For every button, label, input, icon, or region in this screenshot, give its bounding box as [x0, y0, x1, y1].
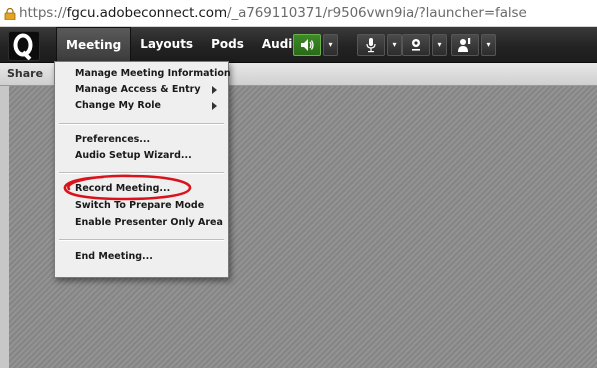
speaker-icon[interactable]: [293, 34, 321, 56]
meeting-menu-dropdown: Manage Meeting Information Manage Access…: [54, 61, 231, 278]
menu-item-manage-access-entry[interactable]: Manage Access & Entry: [75, 82, 223, 98]
status-control[interactable]: ▾: [451, 34, 496, 56]
menu-item-end-meeting[interactable]: End Meeting...: [75, 249, 223, 265]
menu-layouts[interactable]: Layouts: [131, 27, 202, 62]
menu-meeting[interactable]: Meeting: [56, 27, 132, 62]
menu-item-audio-setup-wizard[interactable]: Audio Setup Wizard...: [75, 148, 223, 164]
menu-pods[interactable]: Pods: [202, 27, 253, 62]
microphone-icon[interactable]: [357, 34, 385, 56]
submenu-arrow-icon: [212, 86, 217, 94]
menu-item-enable-presenter-only-area[interactable]: Enable Presenter Only Area: [75, 215, 223, 231]
menu-item-change-my-role[interactable]: Change My Role: [75, 98, 223, 114]
menu-item-manage-meeting-information[interactable]: Manage Meeting Information: [75, 66, 231, 82]
menu-item-record-meeting[interactable]: Record Meeting...: [75, 181, 223, 197]
menu-item-preferences[interactable]: Preferences...: [75, 132, 223, 148]
submenu-arrow-icon: [212, 102, 217, 110]
menu-separator: [59, 239, 224, 241]
share-pod-title: Share: [7, 67, 44, 80]
menu-item-switch-to-prepare-mode[interactable]: Switch To Prepare Mode: [75, 198, 223, 214]
lock-icon: [4, 7, 16, 21]
raise-hand-icon[interactable]: [451, 34, 479, 56]
microphone-control[interactable]: ▾: [357, 34, 402, 56]
webcam-icon[interactable]: [402, 34, 430, 56]
webcam-control[interactable]: ▾: [402, 34, 447, 56]
microphone-dropdown[interactable]: ▾: [387, 34, 402, 56]
menu-separator: [59, 123, 224, 125]
speaker-dropdown[interactable]: ▾: [323, 34, 338, 56]
speaker-control[interactable]: ▾: [293, 34, 338, 56]
adobe-connect-logo-icon: [8, 31, 40, 61]
webcam-dropdown[interactable]: ▾: [432, 34, 447, 56]
status-dropdown[interactable]: ▾: [481, 34, 496, 56]
top-menubar: Meeting Layouts Pods Audio ▾ ▾ ▾ ▾: [0, 27, 597, 63]
address-bar[interactable]: https://fgcu.adobeconnect.com/_a76911037…: [0, 0, 597, 27]
url-text: https://fgcu.adobeconnect.com/_a76911037…: [19, 5, 527, 21]
menu-separator: [59, 172, 224, 174]
